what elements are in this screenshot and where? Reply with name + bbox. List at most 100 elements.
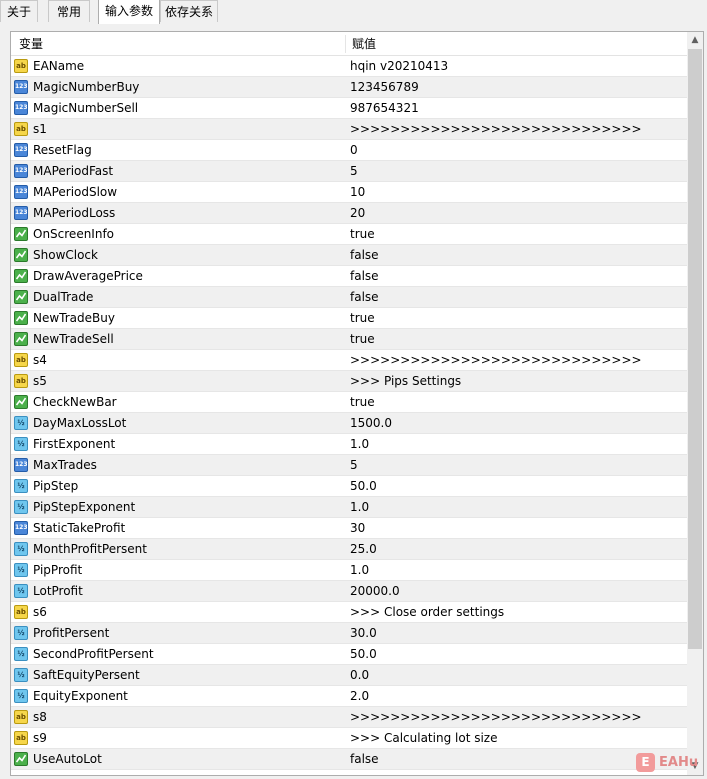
parameter-value[interactable]: 123456789 [350,77,419,97]
parameter-row[interactable]: 123 MagicNumberBuy 123456789 [11,77,687,98]
parameter-row[interactable]: ShowClock false [11,245,687,266]
parameter-value[interactable]: >>> Calculating lot size [350,728,497,748]
parameter-value[interactable]: hqin v20210413 [350,56,448,76]
column-divider[interactable] [345,35,346,53]
parameter-value[interactable]: 1.0 [350,434,369,454]
tab-input-parameters[interactable]: 输入参数 [98,0,160,24]
parameter-value[interactable]: 30 [350,518,365,538]
parameter-value[interactable]: >>> Pips Settings [350,371,461,391]
parameter-value[interactable]: 1.0 [350,560,369,580]
parameter-value[interactable]: 20 [350,203,365,223]
parameter-value[interactable]: true [350,329,375,349]
parameter-row[interactable]: ½ DayMaxLossLot 1500.0 [11,413,687,434]
parameter-row[interactable]: ab s5 >>> Pips Settings [11,371,687,392]
parameter-name: PipProfit [33,563,83,577]
parameter-row[interactable]: CheckNewBar true [11,392,687,413]
parameter-row[interactable]: ½ LotProfit 20000.0 [11,581,687,602]
parameter-value[interactable]: >>>>>>>>>>>>>>>>>>>>>>>>>>>>> [350,350,642,370]
parameter-row[interactable]: 123 StaticTakeProfit 30 [11,518,687,539]
parameter-value[interactable]: true [350,392,375,412]
parameter-row[interactable]: ½ SaftEquityPersent 0.0 [11,665,687,686]
integer-type-icon: 123 [14,185,28,199]
parameter-row[interactable]: ab s9 >>> Calculating lot size [11,728,687,749]
parameter-row[interactable]: DrawAveragePrice false [11,266,687,287]
parameter-row[interactable]: 123 ResetFlag 0 [11,140,687,161]
parameter-value[interactable]: 25.0 [350,539,377,559]
parameter-row[interactable]: 123 MaxTrades 5 [11,455,687,476]
parameter-row[interactable]: ab s4 >>>>>>>>>>>>>>>>>>>>>>>>>>>>> [11,350,687,371]
parameter-name: LotProfit [33,584,83,598]
string-type-icon: ab [14,353,28,367]
parameter-value[interactable]: false [350,266,379,286]
parameter-row[interactable]: DualTrade false [11,287,687,308]
parameter-value[interactable]: 50.0 [350,476,377,496]
parameter-value[interactable]: 987654321 [350,98,419,118]
parameter-row[interactable]: ½ EquityExponent 2.0 [11,686,687,707]
parameter-row[interactable]: 123 MagicNumberSell 987654321 [11,98,687,119]
parameter-value[interactable]: >>>>>>>>>>>>>>>>>>>>>>>>>>>>> [350,707,642,727]
parameter-value[interactable]: 10 [350,182,365,202]
boolean-type-icon [14,227,28,241]
double-type-icon: ½ [14,626,28,640]
parameter-row[interactable]: 123 MAPeriodLoss 20 [11,203,687,224]
parameter-value[interactable]: >>>>>>>>>>>>>>>>>>>>>>>>>>>>> [350,119,642,139]
parameter-row[interactable]: 123 MAPeriodFast 5 [11,161,687,182]
scrollbar-thumb[interactable] [688,49,702,649]
parameter-value[interactable]: 20000.0 [350,581,400,601]
parameter-name: NewTradeBuy [33,311,115,325]
vertical-scrollbar[interactable]: ▲ ▼ [687,32,703,775]
parameter-value[interactable]: 0.0 [350,665,369,685]
parameter-value[interactable]: >>> Close order settings [350,602,504,622]
tab-dependencies[interactable]: 依存关系 [160,0,218,22]
parameter-value[interactable]: 5 [350,161,358,181]
parameter-name: MAPeriodLoss [33,206,116,220]
parameter-value[interactable]: false [350,287,379,307]
parameter-row[interactable]: ab s1 >>>>>>>>>>>>>>>>>>>>>>>>>>>>> [11,119,687,140]
watermark: E EAHu [636,752,698,774]
boolean-type-icon [14,332,28,346]
integer-type-icon: 123 [14,143,28,157]
parameter-row[interactable]: NewTradeBuy true [11,308,687,329]
parameter-value[interactable]: 1.0 [350,497,369,517]
parameter-row[interactable]: ½ MonthProfitPersent 25.0 [11,539,687,560]
parameter-row[interactable]: OnScreenInfo true [11,224,687,245]
parameter-row[interactable]: NewTradeSell true [11,329,687,350]
parameter-row[interactable]: ½ PipStep 50.0 [11,476,687,497]
parameter-value[interactable]: false [350,749,379,769]
parameter-value[interactable]: 30.0 [350,623,377,643]
watermark-text: EAHu [659,755,699,770]
parameter-name: StaticTakeProfit [33,521,126,535]
column-header-variable[interactable]: 变量 [19,32,43,56]
parameter-name: s1 [33,122,47,136]
parameter-name: s9 [33,731,47,745]
parameter-row[interactable]: ab s6 >>> Close order settings [11,602,687,623]
parameter-value[interactable]: 2.0 [350,686,369,706]
column-header-value[interactable]: 赋值 [352,32,376,56]
scroll-up-arrow-icon[interactable]: ▲ [687,32,703,49]
parameter-value[interactable]: 0 [350,140,358,160]
parameter-row[interactable]: ½ FirstExponent 1.0 [11,434,687,455]
double-type-icon: ½ [14,416,28,430]
parameter-row[interactable]: ½ PipProfit 1.0 [11,560,687,581]
integer-type-icon: 123 [14,521,28,535]
parameter-name: DrawAveragePrice [33,269,143,283]
parameter-name: s4 [33,353,47,367]
parameter-value[interactable]: false [350,245,379,265]
parameter-row[interactable]: ab EAName hqin v20210413 [11,56,687,77]
parameter-value[interactable]: true [350,308,375,328]
parameter-value[interactable]: 5 [350,455,358,475]
parameter-name: DualTrade [33,290,94,304]
parameter-value[interactable]: true [350,224,375,244]
tab-about[interactable]: 关于 [0,0,38,22]
tab-common[interactable]: 常用 [48,0,90,22]
parameter-row[interactable]: 123 MAPeriodSlow 10 [11,182,687,203]
parameter-row[interactable]: ½ PipStepExponent 1.0 [11,497,687,518]
parameter-row[interactable]: ab s8 >>>>>>>>>>>>>>>>>>>>>>>>>>>>> [11,707,687,728]
double-type-icon: ½ [14,542,28,556]
parameter-row[interactable]: UseAutoLot false [11,749,687,770]
parameter-row[interactable]: ½ SecondProfitPersent 50.0 [11,644,687,665]
parameter-value[interactable]: 50.0 [350,644,377,664]
parameter-row[interactable]: ½ ProfitPersent 30.0 [11,623,687,644]
parameter-name: MagicNumberSell [33,101,139,115]
parameter-value[interactable]: 1500.0 [350,413,392,433]
